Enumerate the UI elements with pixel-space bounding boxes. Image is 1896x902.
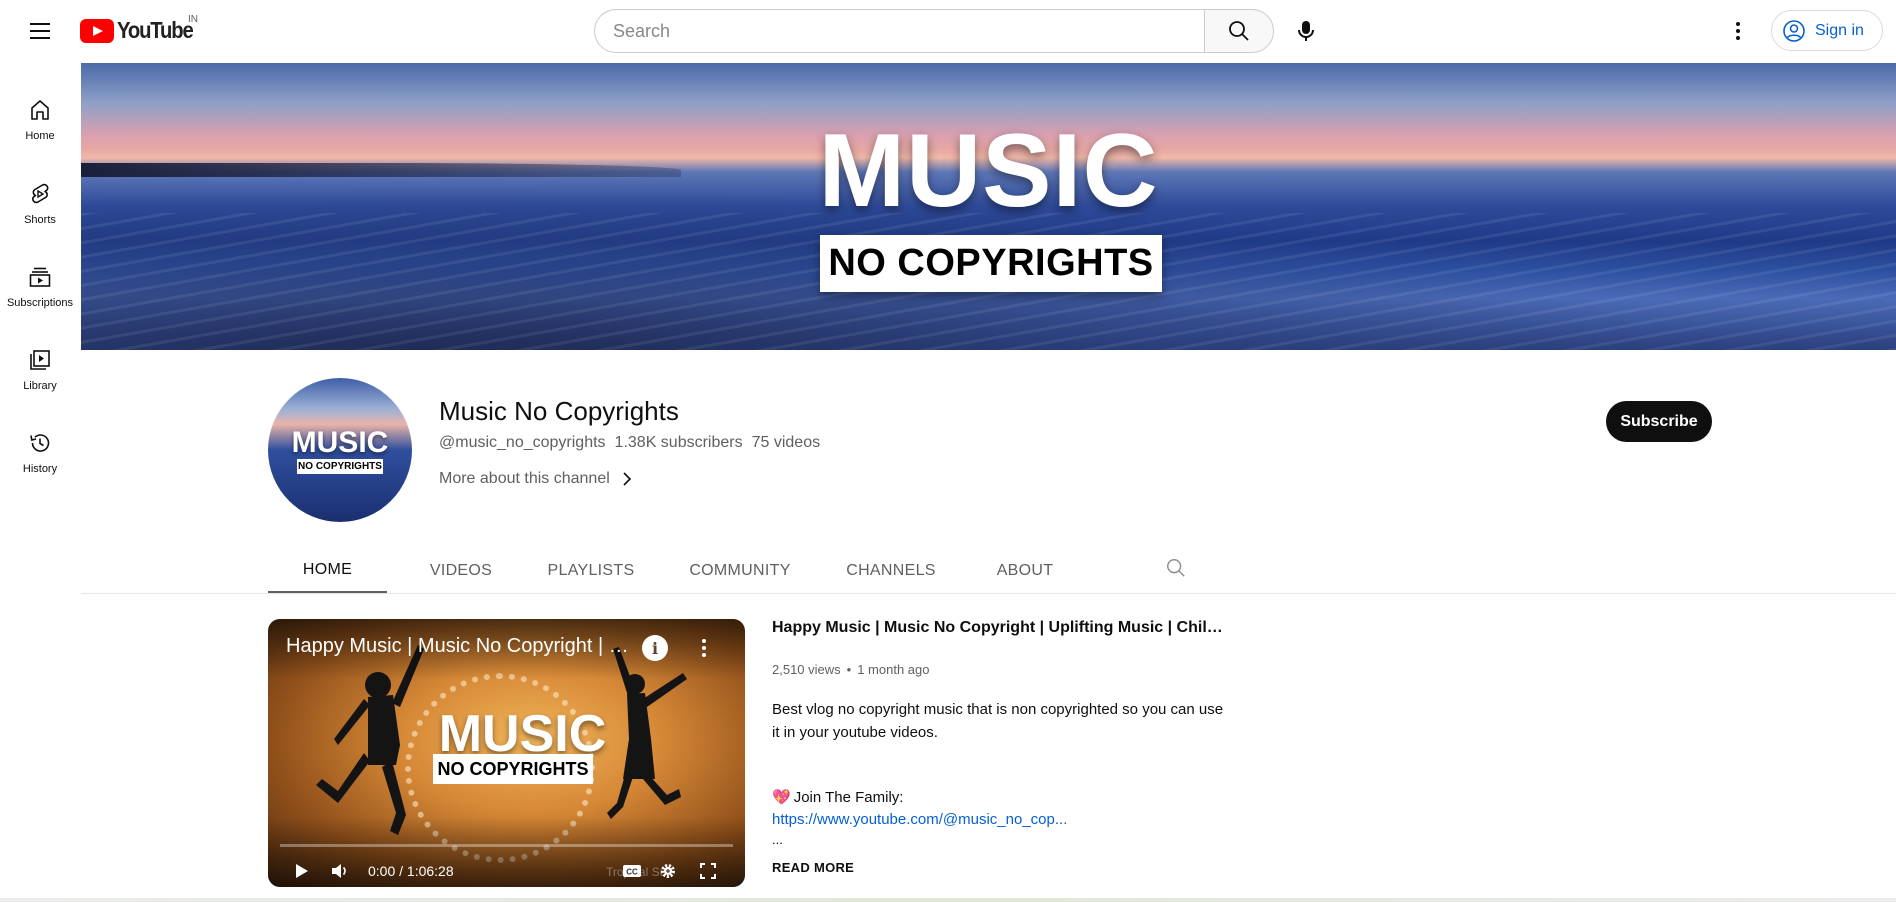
subscriptions-icon [29, 267, 51, 287]
sidebar-item-history[interactable]: History [0, 415, 80, 489]
avatar-title: MUSIC [291, 426, 389, 459]
settings-more-button[interactable] [1720, 13, 1756, 49]
progress-bar[interactable] [280, 844, 733, 847]
channel-meta: @music_no_copyrights 1.38K subscribers 7… [439, 434, 820, 452]
shorts-icon [32, 183, 49, 204]
play-button[interactable] [288, 855, 316, 887]
more-about-label: More about this channel [439, 470, 610, 487]
channel-handle: @music_no_copyrights [439, 434, 606, 451]
closed-captions-icon: CC [623, 865, 641, 877]
subscribe-button[interactable]: Subscribe [1606, 401, 1712, 442]
account-icon [1783, 19, 1805, 42]
banner-subtitle: NO COPYRIGHTS [820, 235, 1162, 292]
subscriber-count: 1.38K subscribers [614, 434, 743, 451]
more-about-channel-link[interactable]: More about this channel [439, 470, 632, 488]
library-icon [30, 350, 50, 370]
sidebar-label-library: Library [23, 380, 57, 392]
fullscreen-icon [700, 863, 716, 879]
microphone-icon [1298, 21, 1314, 41]
player-title[interactable]: Happy Music | Music No Copyright | Uplif… [286, 635, 631, 658]
channel-search-button[interactable] [1161, 553, 1191, 583]
home-icon [31, 100, 49, 120]
video-count: 75 videos [751, 434, 821, 451]
thumbnail-subtitle: NO COPYRIGHTS [433, 754, 593, 784]
search-icon [1167, 559, 1185, 577]
region-code: IN [188, 14, 198, 25]
sidebar-item-library[interactable]: Library [0, 332, 80, 406]
tab-playlists[interactable]: PLAYLISTS [536, 548, 646, 594]
sign-in-button[interactable]: Sign in [1771, 10, 1883, 51]
search-icon [1229, 21, 1249, 41]
sidebar-item-subscriptions[interactable]: Subscriptions [0, 249, 80, 323]
sidebar-label-history: History [22, 463, 58, 475]
player-controls: 0:00 / 1:06:28 CC [268, 855, 745, 887]
time-display: 0:00 / 1:06:28 [368, 863, 454, 879]
info-icon[interactable]: i [642, 635, 668, 661]
upload-age: 1 month ago [857, 662, 930, 677]
sidebar-label-home: Home [25, 130, 55, 142]
tab-home[interactable]: HOME [268, 548, 387, 594]
svg-text:CC: CC [626, 868, 638, 877]
menu-icon[interactable] [22, 17, 58, 45]
settings-button[interactable] [653, 855, 683, 887]
search-button[interactable] [1204, 9, 1274, 53]
featured-video-description: Best vlog no copyright music that is non… [772, 701, 1224, 741]
sign-in-label: Sign in [1815, 21, 1864, 39]
featured-video-title[interactable]: Happy Music | Music No Copyright | Uplif… [772, 619, 1227, 637]
read-more-button[interactable]: READ MORE [772, 860, 854, 875]
captions-button[interactable]: CC [617, 855, 647, 887]
chevron-right-icon [623, 472, 631, 486]
tab-channels[interactable]: CHANNELS [835, 548, 947, 594]
next-shelf-peek [0, 898, 1896, 902]
gear-icon [661, 864, 675, 878]
banner-title: MUSIC [818, 113, 1159, 229]
sidebar-label-subscriptions: Subscriptions [6, 297, 74, 309]
search-bar [594, 9, 1274, 53]
channel-banner: MUSIC NO COPYRIGHTS [81, 63, 1896, 350]
view-count: 2,510 views [772, 662, 841, 677]
youtube-play-icon [80, 18, 114, 43]
logo-text: YouTube [117, 17, 194, 43]
sidebar-item-home[interactable]: Home [0, 82, 80, 156]
more-vert-icon [1736, 22, 1740, 40]
tab-videos[interactable]: VIDEOS [417, 548, 505, 594]
avatar-subtitle: NO COPYRIGHTS [297, 459, 383, 474]
sidebar-item-shorts[interactable]: Shorts [0, 166, 80, 240]
channel-link[interactable]: https://www.youtube.com/@music_no_cop... [772, 811, 1067, 828]
join-line: 💖 Join The Family: [772, 788, 904, 807]
featured-video-meta: 2,510 views • 1 month ago [772, 662, 930, 677]
play-icon [296, 864, 308, 878]
search-input[interactable] [594, 9, 1204, 53]
channel-avatar[interactable]: MUSIC NO COPYRIGHTS [268, 378, 412, 522]
top-bar: YouTube IN Sign in [0, 0, 1896, 62]
youtube-logo[interactable]: YouTube IN [80, 14, 203, 44]
featured-video-player[interactable]: MUSIC NO COPYRIGHTS Happy Music | Music … [268, 619, 745, 887]
tab-about[interactable]: ABOUT [977, 548, 1073, 594]
mute-button[interactable] [326, 855, 354, 887]
tabs-divider [81, 593, 1896, 594]
fullscreen-button[interactable] [693, 855, 723, 887]
voice-search-button[interactable] [1286, 11, 1326, 51]
join-text: Join The Family: [793, 788, 904, 806]
volume-icon [332, 864, 346, 878]
history-icon [30, 434, 50, 452]
description-ellipsis: ... [772, 832, 783, 847]
sidebar-label-shorts: Shorts [24, 214, 56, 226]
heart-emoji-icon: 💖 [772, 789, 791, 806]
tab-community[interactable]: COMMUNITY [675, 548, 805, 594]
player-more-icon[interactable] [694, 635, 714, 661]
meta-separator: • [846, 662, 852, 677]
channel-name: Music No Copyrights [439, 396, 679, 426]
